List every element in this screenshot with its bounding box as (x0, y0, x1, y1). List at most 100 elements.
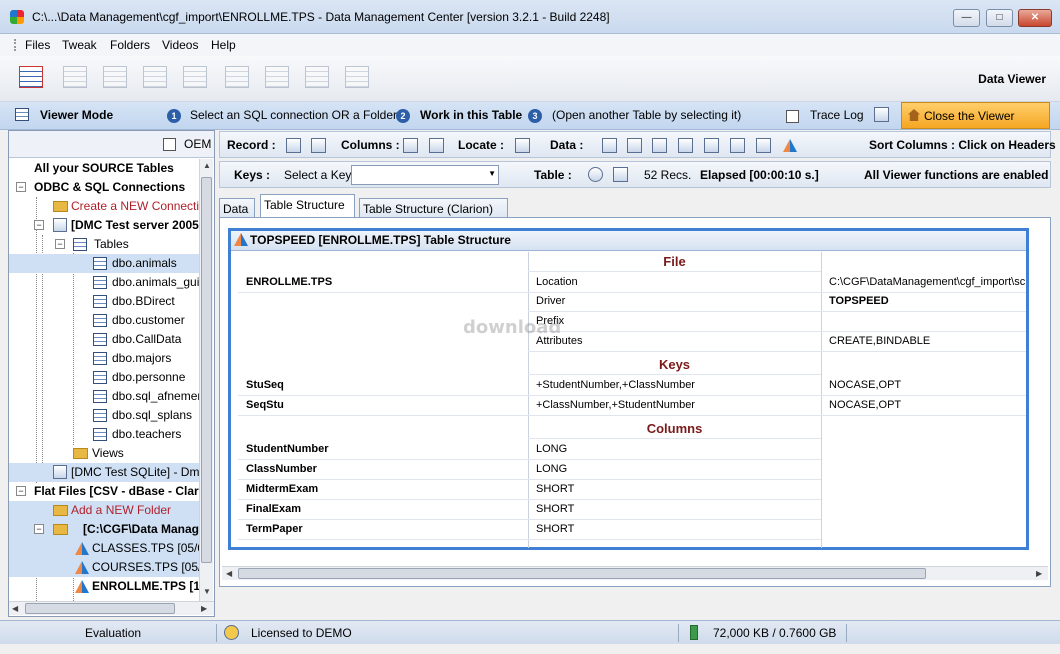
status-memory: 72,000 KB / 0.7600 GB (713, 626, 837, 640)
status-bar: Evaluation Licensed to DEMO 72,000 KB / … (0, 620, 1060, 644)
key-fields-cell: +ClassNumber,+StudentNumber (528, 396, 821, 416)
tree-dmc-test-sqlite[interactable]: [DMC Test SQLite] - Dm (9, 463, 199, 482)
menu-videos[interactable]: Videos (162, 38, 198, 52)
main-toolbar: Data Viewer (0, 56, 1060, 102)
tree-table-item[interactable]: dbo.majors (9, 349, 199, 368)
tree-table-item[interactable]: dbo.sql_splans (9, 406, 199, 425)
tree-vertical-scrollbar[interactable]: ▲ ▼ (199, 159, 213, 601)
tps-file-icon (75, 561, 89, 574)
tree-create-connection[interactable]: Create a NEW Connection (9, 197, 199, 216)
oem-label: OEM (184, 137, 212, 151)
tree-table-item[interactable]: dbo.BDirect (9, 292, 199, 311)
edit-table-icon[interactable] (222, 63, 252, 95)
data-print-icon[interactable] (730, 138, 745, 153)
new-connection-icon (53, 201, 68, 212)
tree-add-folder[interactable]: Add a NEW Folder (9, 501, 199, 520)
menu-tweak[interactable]: Tweak (62, 38, 97, 52)
step-1-badge: 1 (167, 109, 181, 123)
trace-log-checkbox[interactable] (786, 110, 799, 123)
tree-odbc-connections[interactable]: − ODBC & SQL Connections (9, 178, 199, 197)
step-2-badge: 2 (396, 109, 410, 123)
settings-tools-icon[interactable] (874, 107, 889, 122)
data-viewer-icon[interactable] (16, 63, 46, 95)
tps-file-icon (75, 580, 89, 593)
data-new-icon[interactable] (652, 138, 667, 153)
table-settings-icon[interactable] (262, 63, 292, 95)
database-save-icon[interactable] (140, 63, 170, 95)
data-info-icon[interactable] (602, 138, 617, 153)
tree-file-item-active[interactable]: ENROLLME.TPS [13 (9, 577, 199, 596)
views-icon (73, 448, 88, 459)
delete-record-icon[interactable] (311, 138, 326, 153)
image-table-icon[interactable] (342, 63, 372, 95)
column-name-cell: TermPaper (238, 520, 528, 540)
menu-files[interactable]: Files (25, 38, 50, 52)
table-compare-icon[interactable] (302, 63, 332, 95)
key-select[interactable]: ▼ (351, 165, 499, 185)
menu-grip (14, 39, 16, 51)
server-icon (53, 218, 67, 232)
sql-icon[interactable] (180, 63, 210, 95)
menu-bar: Files Tweak Folders Videos Help (0, 34, 1060, 56)
content-horizontal-scrollbar[interactable]: ◀ ▶ (222, 566, 1048, 580)
tree-file-item[interactable]: CLASSES.TPS [05/07/ (9, 539, 199, 558)
tree-table-item[interactable]: dbo.CallData (9, 330, 199, 349)
add-record-icon[interactable] (286, 138, 301, 153)
column-type-cell: SHORT (528, 500, 821, 520)
tab-data[interactable]: Data (219, 198, 255, 218)
tables-icon (73, 238, 87, 251)
section-file: File (528, 252, 821, 272)
table-icon (93, 295, 107, 308)
tree-file-item[interactable]: COURSES.TPS [05/07/ (9, 558, 199, 577)
minimize-button[interactable]: — (953, 9, 980, 27)
window-title: C:\...\Data Management\cgf_import\ENROLL… (32, 10, 610, 24)
elapsed-time: Elapsed [00:00:10 s.] (700, 168, 819, 182)
close-viewer-button[interactable]: Close the Viewer (901, 102, 1050, 129)
tree-flat-files[interactable]: − Flat Files [CSV - dBase - Clarion (9, 482, 199, 501)
tree-horizontal-scrollbar[interactable]: ◀ ▶ (9, 601, 214, 615)
menu-help[interactable]: Help (211, 38, 236, 52)
tree-table-item[interactable]: dbo.teachers (9, 425, 199, 444)
key-toolbar: Keys : Select a Key ▼ Table : 52 Recs. E… (219, 161, 1051, 188)
export-table-icon[interactable] (100, 63, 130, 95)
data-export-icon[interactable] (704, 138, 719, 153)
new-folder-icon (53, 505, 68, 516)
tree-header: All your SOURCE Tables (34, 161, 174, 175)
file-attr-value: C:\CGF\DataManagement\cgf_import\sc (821, 273, 1026, 293)
structure-frame: TOPSPEED [ENROLLME.TPS] Table Structure … (228, 228, 1029, 550)
tree-table-item[interactable]: dbo.animals_guid (9, 273, 199, 292)
column-type-cell: LONG (528, 440, 821, 460)
data-clarion-icon[interactable] (783, 139, 797, 152)
tree-table-item[interactable]: dbo.customer (9, 311, 199, 330)
data-search-icon[interactable] (627, 138, 642, 153)
file-attr-value (821, 312, 1026, 332)
menu-folders[interactable]: Folders (110, 38, 150, 52)
tree-table-item[interactable]: dbo.sql_afnemer (9, 387, 199, 406)
maximize-button[interactable]: □ (986, 9, 1013, 27)
refresh-icon[interactable] (588, 167, 603, 182)
close-button[interactable]: ✕ (1018, 9, 1052, 27)
tree-tables-node[interactable]: − Tables (9, 235, 199, 254)
oem-checkbox[interactable] (163, 138, 176, 151)
key-attrs-cell: NOCASE,OPT (821, 376, 1026, 396)
locate-icon[interactable] (515, 138, 530, 153)
trace-log-label: Trace Log (810, 108, 864, 122)
import-table-icon[interactable] (60, 63, 90, 95)
data-pdf-icon[interactable] (756, 138, 771, 153)
tree-table-item[interactable]: dbo.animals (9, 254, 199, 273)
table-check-icon[interactable] (613, 167, 628, 182)
tree-dmc-test-server[interactable]: − [DMC Test server 2005] (9, 216, 199, 235)
tab-table-structure[interactable]: Table Structure (260, 194, 355, 218)
tree-table-item[interactable]: dbo.personne (9, 368, 199, 387)
data-check-icon[interactable] (678, 138, 693, 153)
key-name-cell: StuSeq (238, 376, 528, 396)
tree-folder-cgf[interactable]: −[C:\CGF\Data Management (9, 520, 199, 539)
edit-columns-icon[interactable] (429, 138, 444, 153)
tab-table-structure-clarion[interactable]: Table Structure (Clarion) (359, 198, 508, 218)
tree-views-node[interactable]: Views (9, 444, 199, 463)
select-columns-icon[interactable] (403, 138, 418, 153)
record-count: 52 Recs. (644, 168, 692, 182)
table-icon (93, 428, 107, 441)
file-attr-label: Prefix (528, 312, 821, 332)
table-icon (93, 390, 107, 403)
